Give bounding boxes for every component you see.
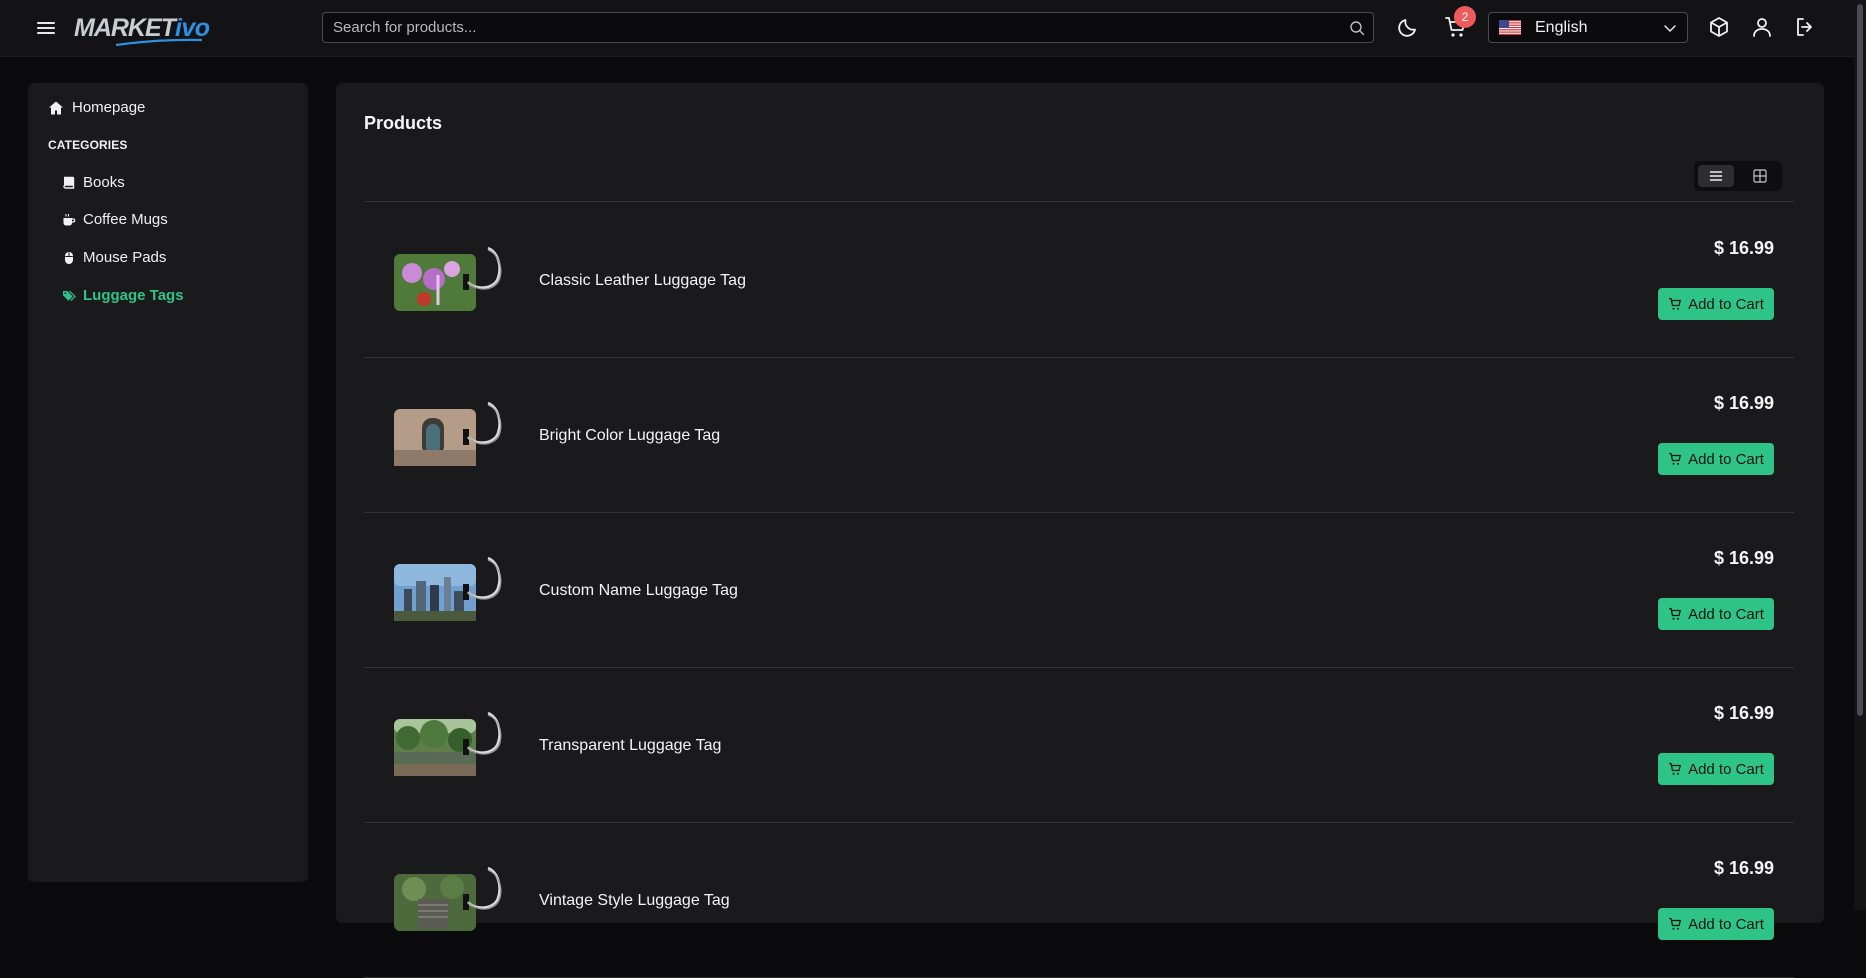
sidebar-item-label: Luggage Tags: [83, 287, 184, 304]
add-to-cart-label: Add to Cart: [1688, 605, 1764, 623]
product-row: Bright Color Luggage Tag $ 16.99 Add to …: [364, 357, 1794, 513]
product-thumbnail[interactable]: [394, 555, 520, 623]
cart-icon: [1669, 297, 1682, 310]
language-select[interactable]: English: [1488, 12, 1688, 43]
add-to-cart-button[interactable]: Add to Cart: [1658, 443, 1774, 475]
cart-count-badge: 2: [1454, 6, 1476, 28]
sidebar-item-label: Homepage: [72, 99, 146, 116]
product-name[interactable]: Bright Color Luggage Tag: [539, 427, 720, 445]
logout-icon[interactable]: [1793, 15, 1817, 39]
add-to-cart-button[interactable]: Add to Cart: [1658, 753, 1774, 785]
grid-view-button[interactable]: [1742, 165, 1778, 187]
sidebar-item-homepage[interactable]: Homepage: [48, 99, 145, 116]
product-name[interactable]: Transparent Luggage Tag: [539, 737, 721, 755]
mouse-icon: [65, 251, 73, 264]
add-to-cart-label: Add to Cart: [1688, 915, 1764, 933]
product-thumbnail[interactable]: [394, 400, 520, 468]
logo[interactable]: MARKET ivo: [74, 10, 210, 47]
search-box: [322, 12, 1374, 43]
cart-icon: [1669, 607, 1682, 620]
top-header: MARKETivo 2 English: [0, 0, 1854, 57]
grid-icon: [1753, 169, 1767, 183]
categories-heading: CATEGORIES: [48, 138, 128, 152]
add-to-cart-label: Add to Cart: [1688, 760, 1764, 778]
product-name[interactable]: Custom Name Luggage Tag: [539, 582, 738, 600]
mug-icon: [63, 213, 76, 225]
add-to-cart-button[interactable]: Add to Cart: [1658, 908, 1774, 940]
product-price: $ 16.99: [1713, 858, 1774, 878]
product-name[interactable]: Vintage Style Luggage Tag: [539, 892, 730, 910]
sidebar-item-label: Mouse Pads: [83, 249, 167, 266]
cart-icon: [1669, 917, 1682, 930]
logo-swoosh-icon: [115, 38, 203, 47]
product-price: $ 16.99: [1713, 393, 1774, 413]
cart-icon: [1669, 452, 1682, 465]
add-to-cart-label: Add to Cart: [1688, 450, 1764, 468]
cart-icon: [1669, 762, 1682, 775]
sidebar-item-mouse-pads[interactable]: Mouse Pads: [62, 249, 166, 266]
product-price: $ 16.99: [1713, 703, 1774, 723]
product-thumbnail[interactable]: [394, 710, 520, 778]
list-view-button[interactable]: [1698, 165, 1734, 187]
product-row: Vintage Style Luggage Tag $ 16.99 Add to…: [364, 822, 1794, 978]
tags-icon: [63, 290, 76, 301]
product-price: $ 16.99: [1713, 548, 1774, 568]
us-flag-icon: [1499, 20, 1521, 35]
products-panel: Products Classic Leather Luggage Tag $ 1…: [336, 83, 1824, 978]
search-icon[interactable]: [1349, 20, 1365, 36]
sidebar-item-luggage-tags[interactable]: Luggage Tags: [62, 287, 184, 304]
sidebar-item-label: Books: [83, 174, 125, 191]
page-title: Products: [364, 113, 443, 133]
product-row: Transparent Luggage Tag $ 16.99 Add to C…: [364, 667, 1794, 823]
dark-mode-moon-icon[interactable]: [1396, 15, 1420, 39]
search-input[interactable]: [323, 13, 1373, 42]
sidebar-item-books[interactable]: Books: [62, 174, 125, 191]
list-icon: [1710, 171, 1722, 181]
language-label: English: [1535, 19, 1588, 36]
product-row: Custom Name Luggage Tag $ 16.99 Add to C…: [364, 512, 1794, 668]
product-name[interactable]: Classic Leather Luggage Tag: [539, 272, 746, 290]
book-icon: [63, 176, 75, 189]
menu-icon[interactable]: [34, 16, 58, 40]
add-to-cart-label: Add to Cart: [1688, 295, 1764, 313]
sidebar-item-label: Coffee Mugs: [83, 211, 168, 228]
add-to-cart-button[interactable]: Add to Cart: [1658, 288, 1774, 320]
page-scrollbar-thumb[interactable]: [1857, 4, 1863, 716]
package-box-icon[interactable]: [1707, 15, 1731, 39]
product-price: $ 16.99: [1713, 238, 1774, 258]
product-thumbnail[interactable]: [394, 865, 520, 933]
chevron-down-icon: [1664, 25, 1676, 33]
product-thumbnail[interactable]: [394, 245, 520, 313]
product-row: Classic Leather Luggage Tag $ 16.99 Add …: [364, 202, 1794, 358]
sidebar: Homepage CATEGORIES Books Coffee Mugs Mo…: [28, 83, 308, 882]
user-icon[interactable]: [1750, 15, 1774, 39]
view-toggle: [1694, 161, 1782, 191]
sidebar-item-coffee-mugs[interactable]: Coffee Mugs: [62, 211, 168, 228]
add-to-cart-button[interactable]: Add to Cart: [1658, 598, 1774, 630]
home-icon: [49, 101, 63, 114]
